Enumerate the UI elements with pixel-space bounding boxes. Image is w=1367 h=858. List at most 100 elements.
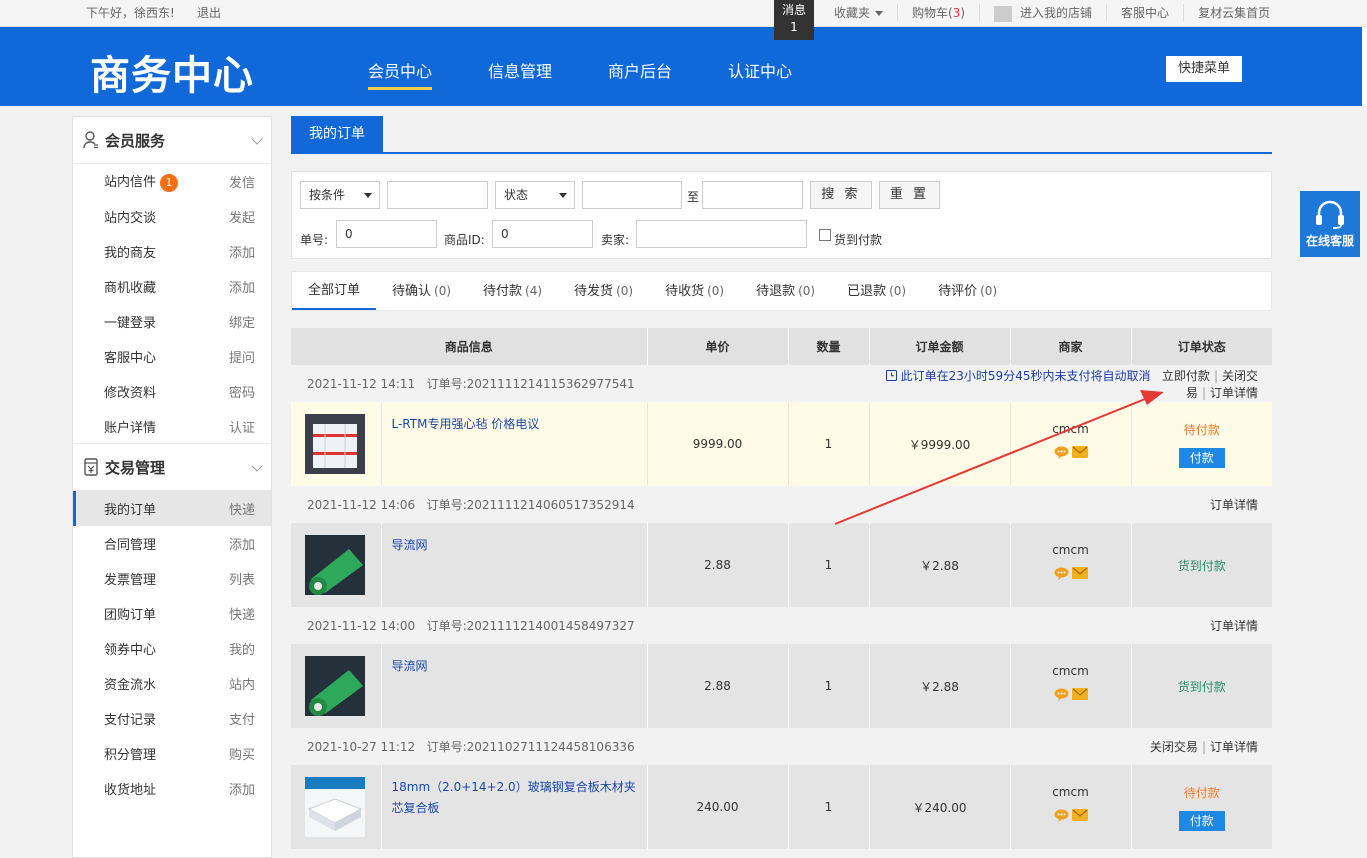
order-detail-link[interactable]: 订单详情 — [1210, 619, 1258, 633]
chat-icon[interactable] — [1054, 567, 1069, 580]
order-detail-link[interactable]: 订单详情 — [1210, 740, 1258, 754]
sidebar-item-action[interactable]: 添加 — [229, 534, 255, 553]
sidebar-item-favorites[interactable]: 商机收藏 添加 — [73, 269, 271, 304]
online-service-button[interactable]: 在线客服 — [1300, 191, 1360, 257]
sidebar-item-mail[interactable]: 站内信件 1 发信 — [73, 164, 271, 199]
tab-to-refund[interactable]: 待退款 (0) — [740, 272, 831, 310]
nav-certification[interactable]: 认证中心 — [728, 58, 792, 90]
pay-button[interactable]: 付款 — [1178, 810, 1225, 831]
product-name-link[interactable]: L-RTM专用强心毡 价格电议 — [381, 402, 648, 486]
pay-button[interactable]: 付款 — [1178, 447, 1225, 468]
cart-link[interactable]: 购物车(3) — [897, 4, 979, 22]
logo[interactable]: 商务中心 — [90, 43, 254, 101]
order-detail-link[interactable]: 订单详情 — [1210, 498, 1258, 512]
sidebar-item-action[interactable]: 快递 — [229, 499, 255, 518]
search-button[interactable]: 搜 索 — [810, 181, 872, 209]
tab-to-review[interactable]: 待评价 (0) — [922, 272, 1013, 310]
keyword-input[interactable] — [387, 181, 488, 209]
sidebar-item-payments[interactable]: 支付记录 支付 — [73, 701, 271, 736]
nav-info-management[interactable]: 信息管理 — [488, 58, 552, 90]
product-image[interactable] — [305, 535, 365, 595]
sidebar-item-service[interactable]: 客服中心 提问 — [73, 339, 271, 374]
sidebar-item-action[interactable]: 密码 — [229, 382, 255, 401]
product-image[interactable] — [305, 414, 365, 474]
chat-icon[interactable] — [1054, 809, 1069, 822]
chat-icon[interactable] — [1054, 688, 1069, 701]
sidebar-item-action[interactable]: 支付 — [229, 709, 255, 728]
tab-to-ship[interactable]: 待发货 (0) — [558, 272, 649, 310]
favorites-menu[interactable]: 收藏夹 — [820, 4, 897, 21]
sidebar-item-account[interactable]: 账户详情 认证 — [73, 409, 271, 444]
sidebar-item-group-orders[interactable]: 团购订单 快递 — [73, 596, 271, 631]
reset-button[interactable]: 重 置 — [879, 181, 940, 209]
tab-to-receive[interactable]: 待收货 (0) — [649, 272, 740, 310]
close-trade-link[interactable]: 关闭交易 — [1150, 740, 1198, 754]
nav-member-center[interactable]: 会员中心 — [368, 58, 433, 90]
product-name-link[interactable]: 导流网 — [381, 644, 648, 728]
seller-input[interactable] — [636, 220, 807, 248]
sidebar-item-action[interactable]: 列表 — [229, 569, 255, 588]
sidebar-item-action[interactable]: 认证 — [229, 417, 255, 436]
order-no-input[interactable]: 0 — [336, 220, 437, 248]
seller-name[interactable]: cmcm — [1011, 543, 1131, 557]
product-name-link[interactable]: 18mm（2.0+14+2.0）玻璃钢复合板木材夹芯复合板 — [381, 765, 648, 849]
mail-icon[interactable] — [1071, 566, 1088, 579]
sidebar-item-friends[interactable]: 我的商友 添加 — [73, 234, 271, 269]
date-from-input[interactable] — [582, 181, 682, 209]
mail-icon[interactable] — [1071, 445, 1088, 458]
quick-menu-button[interactable]: 快捷菜单 — [1166, 56, 1242, 82]
date-to-input[interactable] — [702, 181, 803, 209]
product-image[interactable] — [305, 656, 365, 716]
product-name-link[interactable]: 导流网 — [381, 523, 648, 607]
product-id-input[interactable]: 0 — [492, 220, 593, 248]
seller-name[interactable]: cmcm — [1011, 664, 1131, 678]
chat-icon[interactable] — [1054, 446, 1069, 459]
store-link[interactable]: 进入我的店铺 — [979, 4, 1106, 22]
sidebar-item-action[interactable]: 我的 — [229, 639, 255, 658]
tab-refunded[interactable]: 已退款 (0) — [831, 272, 922, 310]
sidebar-group-trade[interactable]: 交易管理 — [73, 444, 271, 491]
nav-merchant-backend[interactable]: 商户后台 — [608, 58, 672, 90]
logout-link[interactable]: 退出 — [197, 4, 221, 21]
sidebar-item-coupons[interactable]: 领券中心 我的 — [73, 631, 271, 666]
order-detail-link[interactable]: 订单详情 — [1210, 386, 1258, 400]
sidebar-item-contracts[interactable]: 合同管理 添加 — [73, 526, 271, 561]
sidebar-item-orders[interactable]: 我的订单 快递 — [73, 491, 271, 526]
tab-to-pay[interactable]: 待付款 (4) — [467, 272, 558, 310]
product-image[interactable] — [305, 777, 365, 837]
messages-button[interactable]: 消息 1 — [774, 0, 814, 40]
tab-all-orders[interactable]: 全部订单 — [292, 272, 377, 310]
home-link[interactable]: 复材云集首页 — [1183, 4, 1284, 22]
mail-icon[interactable] — [1071, 808, 1088, 821]
sidebar-item-action[interactable]: 购买 — [229, 744, 255, 763]
pay-now-link[interactable]: 立即付款 — [1162, 369, 1210, 383]
sidebar-group-title: 交易管理 — [105, 458, 166, 477]
sidebar-item-chat[interactable]: 站内交谈 发起 — [73, 199, 271, 234]
sidebar-item-cashflow[interactable]: 资金流水 站内 — [73, 666, 271, 701]
sidebar-group-member[interactable]: 会员服务 — [73, 117, 271, 164]
sidebar-item-action[interactable]: 添加 — [229, 779, 255, 798]
sidebar-item-action[interactable]: 添加 — [229, 277, 255, 296]
mail-icon[interactable] — [1071, 687, 1088, 700]
condition-select[interactable]: 按条件 — [300, 181, 380, 209]
sidebar-item-action[interactable]: 快递 — [229, 604, 255, 623]
sidebar-item-login[interactable]: 一键登录 绑定 — [73, 304, 271, 339]
tab-my-orders[interactable]: 我的订单 — [291, 116, 383, 154]
cod-checkbox[interactable] — [819, 229, 831, 241]
tab-to-confirm[interactable]: 待确认 (0) — [376, 272, 467, 310]
sidebar-item-action[interactable]: 发信 — [229, 172, 255, 191]
sidebar-item-action[interactable]: 站内 — [229, 674, 255, 693]
service-link[interactable]: 客服中心 — [1106, 4, 1183, 22]
sidebar-item-profile[interactable]: 修改资料 密码 — [73, 374, 271, 409]
sidebar-item-invoices[interactable]: 发票管理 列表 — [73, 561, 271, 596]
sidebar-item-address[interactable]: 收货地址 添加 — [73, 771, 271, 806]
seller-name[interactable]: cmcm — [1011, 422, 1131, 436]
sidebar-item-action[interactable]: 绑定 — [229, 312, 255, 331]
sidebar-item-points[interactable]: 积分管理 购买 — [73, 736, 271, 771]
sidebar-item-action[interactable]: 添加 — [229, 242, 255, 261]
sidebar-item-action[interactable]: 发起 — [229, 207, 255, 226]
sidebar-item-action[interactable]: 提问 — [229, 347, 255, 366]
status-select[interactable]: 状态 — [495, 181, 575, 209]
messages-label: 消息 — [781, 3, 806, 17]
seller-name[interactable]: cmcm — [1011, 785, 1131, 799]
